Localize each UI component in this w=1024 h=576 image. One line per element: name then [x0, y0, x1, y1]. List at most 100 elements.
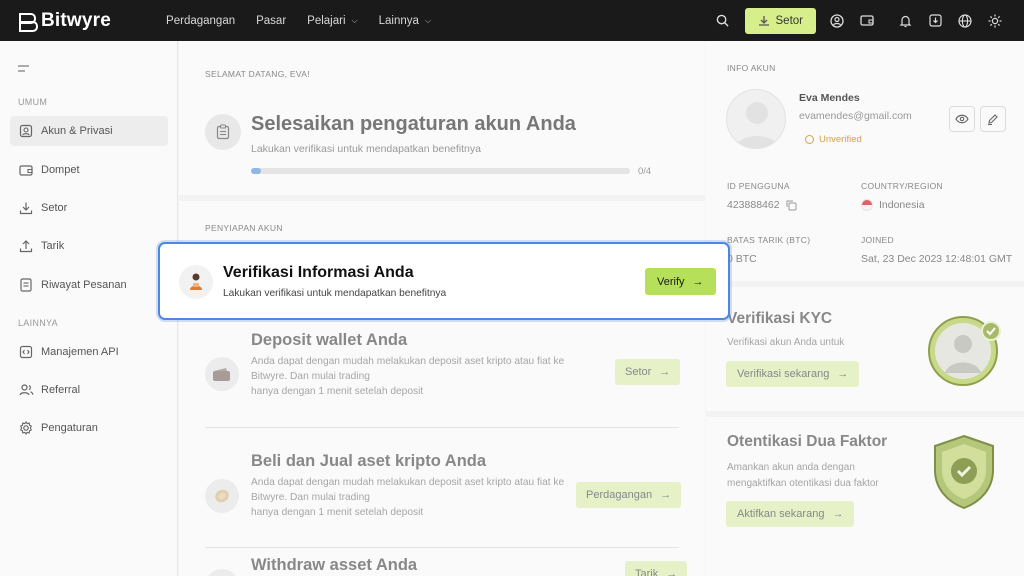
- sidebar-item-label: Pengaturan: [41, 422, 98, 434]
- nav-item-pelajari[interactable]: Pelajari ⌵: [307, 15, 357, 27]
- user-circle-icon[interactable]: [822, 6, 852, 36]
- enable-now-button[interactable]: Aktifkan sekarang →: [726, 501, 855, 527]
- wallet-icon[interactable]: [852, 6, 882, 36]
- withdraw-limit-label: BATAS TARIK (BTC): [727, 235, 811, 245]
- clipboard-icon: [205, 114, 241, 150]
- chevron-down-icon: ⌵: [424, 15, 431, 25]
- shield-check-icon: [934, 434, 994, 510]
- avatar: [726, 89, 786, 149]
- bitwyre-logo-icon: [19, 12, 38, 32]
- arrow-right-icon: →: [692, 275, 704, 288]
- setup-title: Selesaikan pengaturan akun Anda: [251, 113, 576, 135]
- sidebar-item-riwayat-pesanan[interactable]: Riwayat Pesanan: [10, 270, 168, 300]
- sidebar-item-label: Tarik: [41, 240, 65, 252]
- arrow-right-icon: →: [660, 489, 672, 501]
- download-icon: [18, 200, 34, 216]
- section-label: INFO AKUN: [727, 63, 776, 73]
- verify-button[interactable]: Verify →: [645, 268, 716, 295]
- verify-now-button[interactable]: Verifikasi sekarang →: [726, 361, 860, 387]
- sun-icon[interactable]: [980, 6, 1010, 36]
- step-withdraw: Withdraw asset Anda Tarik →: [205, 555, 688, 576]
- sidebar-item-akun-privasi[interactable]: Akun & Privasi: [10, 116, 168, 146]
- bell-icon[interactable]: [890, 6, 920, 36]
- code-icon: [18, 344, 34, 360]
- progress-text: 0/4: [638, 166, 652, 177]
- top-navigation-bar: Bitwyre Perdagangan Pasar Pelajari ⌵ Lain…: [0, 0, 1024, 41]
- tarik-step-button[interactable]: Tarik →: [625, 561, 688, 576]
- button-label: Setor: [625, 366, 652, 378]
- import-icon[interactable]: [920, 6, 950, 36]
- button-label: Tarik: [635, 568, 659, 576]
- button-label: Verify: [657, 275, 685, 288]
- arrow-right-icon: →: [837, 368, 849, 380]
- status-dot-icon: [805, 135, 814, 144]
- brand-name: Bitwyre: [41, 9, 112, 31]
- copy-icon[interactable]: [786, 200, 797, 211]
- sidebar-item-label: Setor: [41, 202, 68, 214]
- search-icon[interactable]: [708, 6, 738, 36]
- verify-info-step-card[interactable]: Verifikasi Informasi Anda Lakukan verifi…: [158, 242, 730, 320]
- joined-value: Sat, 23 Dec 2023 12:48:01 GMT: [861, 253, 1013, 265]
- main-nav: Perdagangan Pasar Pelajari ⌵ Lainnya ⌵: [166, 15, 452, 27]
- wallet-illustration-icon: [205, 357, 239, 391]
- divider: [205, 427, 679, 428]
- nav-label: Perdagangan: [166, 14, 236, 27]
- withdraw-illustration-icon: [205, 569, 239, 576]
- perdagangan-step-button[interactable]: Perdagangan →: [576, 482, 682, 508]
- users-icon: [18, 382, 34, 398]
- nav-item-lainnya[interactable]: Lainnya ⌵: [379, 15, 431, 27]
- button-label: Verifikasi sekarang: [737, 368, 830, 380]
- step-description-line2: hanya dengan 1 menit setelah deposit: [251, 386, 424, 397]
- joined-label: JOINED: [861, 235, 894, 245]
- divider: [205, 547, 679, 548]
- sidebar-item-dompet[interactable]: Dompet: [10, 155, 168, 185]
- country-label: COUNTRY/REGION: [861, 181, 943, 191]
- setor-label: Setor: [775, 14, 804, 27]
- nav-item-pasar[interactable]: Pasar: [256, 15, 286, 27]
- user-id-label: ID PENGGUNA: [727, 181, 790, 191]
- step-title: Verifikasi Informasi Anda: [223, 264, 414, 281]
- step-description: Anda dapat dengan mudah melakukan deposi…: [251, 356, 565, 382]
- sidebar-section-umum: UMUM: [18, 97, 48, 107]
- kyc-title: Verifikasi KYC: [727, 310, 833, 327]
- chevron-down-icon: ⌵: [351, 15, 358, 25]
- step-title: Withdraw asset Anda: [251, 556, 418, 574]
- user-icon: [18, 123, 34, 139]
- sidebar-item-label: Dompet: [41, 164, 80, 176]
- globe-icon[interactable]: [950, 6, 980, 36]
- edit-icon[interactable]: [980, 106, 1006, 132]
- sidebar-item-setor[interactable]: Setor: [10, 193, 168, 223]
- step-description: Lakukan verifikasi untuk mendapatkan ben…: [223, 288, 447, 299]
- eye-icon[interactable]: [949, 106, 975, 132]
- brand-logo[interactable]: Bitwyre: [19, 10, 111, 32]
- sidebar: UMUM Akun & Privasi Dompet Setor Tarik R…: [0, 41, 178, 576]
- sidebar-item-label: Akun & Privasi: [41, 125, 113, 137]
- sidebar-item-referral[interactable]: Referral: [10, 375, 168, 405]
- sidebar-item-label: Riwayat Pesanan: [41, 279, 127, 291]
- sidebar-item-tarik[interactable]: Tarik: [10, 231, 168, 261]
- wallet-icon: [18, 162, 34, 178]
- arrow-right-icon: →: [659, 366, 671, 378]
- gear-icon: [18, 420, 34, 436]
- menu-toggle-icon[interactable]: [18, 60, 30, 78]
- progress-fill: [251, 168, 261, 174]
- setor-step-button[interactable]: Setor →: [615, 359, 681, 385]
- sidebar-item-manajemen-api[interactable]: Manajemen API: [10, 337, 168, 367]
- kyc-user-illustration-icon: [928, 316, 1001, 386]
- nav-item-perdagangan[interactable]: Perdagangan: [166, 15, 235, 27]
- sidebar-item-pengaturan[interactable]: Pengaturan: [10, 413, 168, 443]
- user-id-value: 423888462: [727, 199, 797, 211]
- account-info-panel: INFO AKUN Eva Mendes evamendes@gmail.com…: [706, 41, 1024, 576]
- button-label: Perdagangan: [586, 489, 653, 501]
- setup-card: SELAMAT DATANG, EVA! Selesaikan pengatur…: [179, 41, 705, 195]
- kyc-description: Verifikasi akun Anda untuk: [727, 337, 845, 348]
- two-factor-description: Amankan akun anda dengan mengaktifkan ot…: [727, 462, 879, 489]
- country-value: Indonesia: [861, 199, 925, 211]
- account-info-card: INFO AKUN Eva Mendes evamendes@gmail.com…: [706, 41, 1024, 281]
- indonesia-flag-icon: [861, 199, 873, 211]
- user-name: Eva Mendes: [799, 92, 860, 104]
- two-factor-title: Otentikasi Dua Faktor: [727, 433, 888, 450]
- person-avatar-icon: [179, 265, 213, 299]
- setor-button[interactable]: Setor: [744, 7, 816, 34]
- step-title: Deposit wallet Anda: [251, 331, 408, 349]
